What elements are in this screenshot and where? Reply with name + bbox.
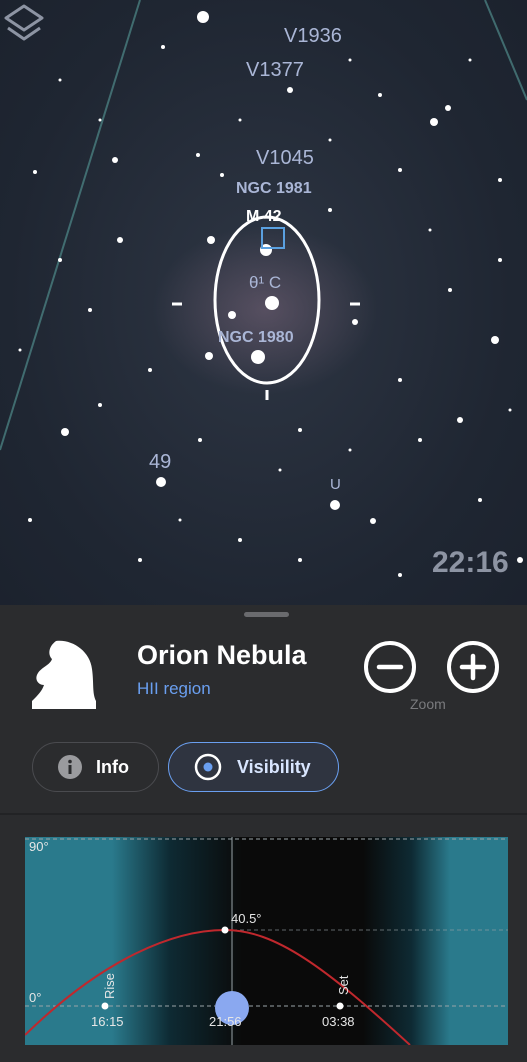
sky-label-49[interactable]: 49 (149, 451, 171, 474)
tab-info[interactable]: Info (32, 742, 159, 792)
drag-handle[interactable] (244, 612, 289, 617)
sky-label-v1045[interactable]: V1045 (256, 147, 314, 170)
sky-label-m42[interactable]: M 42 (246, 208, 282, 226)
object-type[interactable]: HII region (137, 679, 211, 699)
rise-point (101, 1002, 109, 1010)
info-icon (58, 755, 82, 779)
nebula-chess-knight-icon (32, 640, 96, 709)
sky-label-ngc1981[interactable]: NGC 1981 (236, 180, 312, 198)
sky-label-theta1c[interactable]: θ¹ C (249, 273, 281, 293)
target-icon (194, 753, 222, 781)
rise-time: 16:15 (91, 1014, 124, 1029)
object-name: Orion Nebula (137, 640, 307, 670)
sky-label-v1377[interactable]: V1377 (246, 59, 304, 82)
divider (0, 813, 527, 815)
stars (18, 11, 523, 577)
sky-label-ngc1980[interactable]: NGC 1980 (218, 329, 294, 347)
layers-icon[interactable] (0, 0, 48, 48)
zoom-out-icon[interactable] (363, 640, 417, 694)
object-info-panel: Orion Nebula HII region Zoom Info Visibi… (0, 605, 527, 1062)
set-time: 03:38 (322, 1014, 355, 1029)
sky-label-v1936[interactable]: V1936 (284, 25, 342, 48)
star-field (0, 0, 527, 577)
max-alt-label: 40.5° (231, 911, 262, 926)
time-display[interactable]: 22:16 (432, 546, 509, 580)
y-label-0: 0° (29, 990, 42, 1005)
tab-visibility[interactable]: Visibility (168, 742, 339, 792)
max-alt-point (221, 926, 229, 934)
y-label-90: 90° (29, 839, 49, 854)
constellation-line (484, 0, 527, 101)
rise-label: Rise (102, 972, 117, 999)
visibility-chart[interactable]: 90° 0° 40.5° Rise Set 16:15 21:56 03:38 (25, 837, 508, 1045)
zoom-in-icon[interactable] (446, 640, 500, 694)
sky-view[interactable]: V1936 V1377 V1045 NGC 1981 M 42 θ¹ C NGC… (0, 0, 527, 605)
set-label: Set (336, 975, 351, 995)
tab-visibility-label: Visibility (237, 756, 311, 777)
constellation-line (0, 0, 141, 451)
sky-label-u[interactable]: U (330, 476, 341, 493)
now-time: 21:56 (209, 1014, 242, 1029)
tab-info-label: Info (96, 756, 129, 777)
zoom-label: Zoom (410, 696, 446, 712)
set-point (336, 1002, 344, 1010)
